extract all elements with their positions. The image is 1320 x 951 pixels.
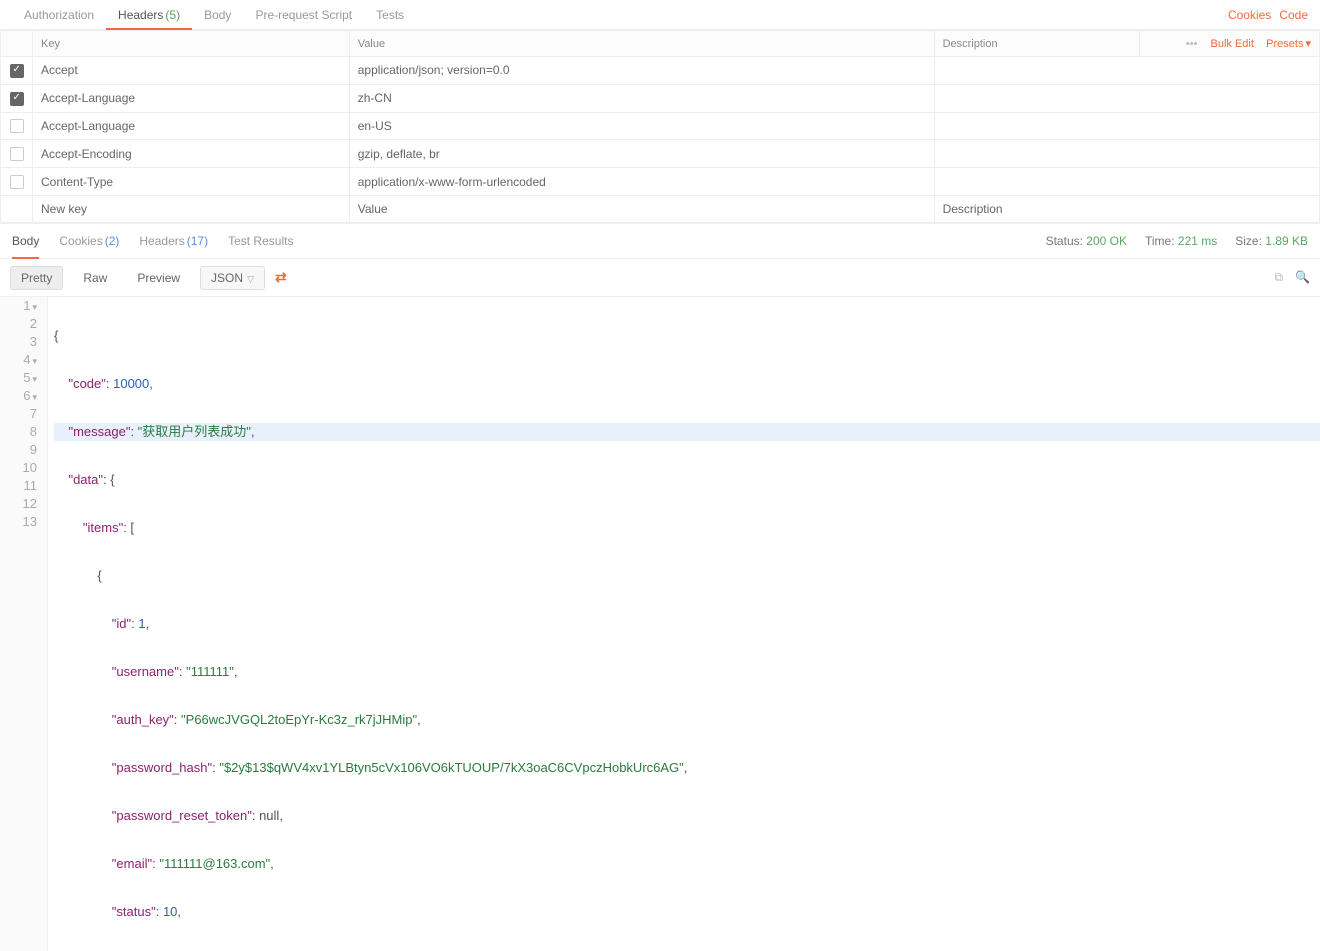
table-row[interactable]: Accept-Encoding gzip, deflate, br [1,140,1320,168]
resp-tab-cookies[interactable]: Cookies(2) [59,223,119,259]
cell-desc[interactable] [934,112,1319,140]
more-icon[interactable]: ••• [1186,38,1198,50]
cell-desc[interactable] [934,57,1319,85]
presets-dropdown[interactable]: Presets▾ [1266,38,1311,50]
raw-button[interactable]: Raw [73,267,117,289]
cell-key[interactable]: Accept-Language [33,84,350,112]
row-checkbox[interactable] [10,64,24,78]
cell-value[interactable]: gzip, deflate, br [349,140,934,168]
copy-icon[interactable]: ⧉ [1274,270,1283,285]
row-checkbox[interactable] [10,147,24,161]
new-desc-input[interactable]: Description [934,196,1319,223]
tab-tests[interactable]: Tests [364,0,416,30]
line-gutter: 1▾ 2 3 4▾ 5▾ 6▾ 7 8 9 10 11 12 13 [0,297,48,951]
size-label: Size: 1.89 KB [1235,234,1308,248]
request-tabs: Authorization Headers(5) Body Pre-reques… [0,0,1320,30]
tab-authorization[interactable]: Authorization [12,0,106,30]
table-row[interactable]: Accept-Language en-US [1,112,1320,140]
table-row[interactable]: Accept application/json; version=0.0 [1,57,1320,85]
cell-key[interactable]: Accept [33,57,350,85]
response-body[interactable]: 1▾ 2 3 4▾ 5▾ 6▾ 7 8 9 10 11 12 13 { "cod… [0,297,1320,951]
col-desc: Description [934,31,1139,57]
format-dropdown[interactable]: JSON▽ [200,266,265,290]
tab-headers[interactable]: Headers(5) [106,0,192,30]
size-value: 1.89 KB [1265,234,1308,248]
cell-desc[interactable] [934,168,1319,196]
row-checkbox[interactable] [10,92,24,106]
tab-prerequest[interactable]: Pre-request Script [243,0,364,30]
row-checkbox[interactable] [10,119,24,133]
search-icon[interactable]: 🔍 [1295,270,1310,285]
new-key-input[interactable]: New key [33,196,350,223]
cell-desc[interactable] [934,84,1319,112]
cell-desc[interactable] [934,140,1319,168]
cookies-link[interactable]: Cookies [1228,8,1271,22]
cell-value[interactable]: application/x-www-form-urlencoded [349,168,934,196]
view-bar: Pretty Raw Preview JSON▽ ⇄ ⧉ 🔍 [0,259,1320,297]
code-lines[interactable]: { "code": 10000, "message": "获取用户列表成功", … [48,297,1320,951]
cell-key[interactable]: Accept-Language [33,112,350,140]
table-row[interactable]: Accept-Language zh-CN [1,84,1320,112]
status-value: 200 OK [1086,234,1127,248]
cell-value[interactable]: zh-CN [349,84,934,112]
wrap-icon[interactable]: ⇄ [275,269,287,286]
time-value: 221 ms [1178,234,1217,248]
resp-tab-headers[interactable]: Headers(17) [139,223,208,259]
row-checkbox[interactable] [10,175,24,189]
response-tabs: Body Cookies(2) Headers(17) Test Results… [0,223,1320,259]
table-row[interactable]: Content-Type application/x-www-form-urle… [1,168,1320,196]
new-value-input[interactable]: Value [349,196,934,223]
headers-table: Key Value Description ••• Bulk Edit Pres… [0,30,1320,223]
col-key: Key [33,31,350,57]
status-label: Status: 200 OK [1046,234,1127,248]
cell-value[interactable]: en-US [349,112,934,140]
tab-body[interactable]: Body [192,0,243,30]
pretty-button[interactable]: Pretty [10,266,63,290]
table-row-new[interactable]: New key Value Description [1,196,1320,223]
time-label: Time: 221 ms [1145,234,1217,248]
resp-tab-body[interactable]: Body [12,223,39,259]
cell-value[interactable]: application/json; version=0.0 [349,57,934,85]
bulk-edit-link[interactable]: Bulk Edit [1211,38,1254,50]
resp-tab-testresults[interactable]: Test Results [228,223,293,259]
cell-key[interactable]: Content-Type [33,168,350,196]
col-value: Value [349,31,934,57]
preview-button[interactable]: Preview [127,267,190,289]
code-link[interactable]: Code [1279,8,1308,22]
cell-key[interactable]: Accept-Encoding [33,140,350,168]
